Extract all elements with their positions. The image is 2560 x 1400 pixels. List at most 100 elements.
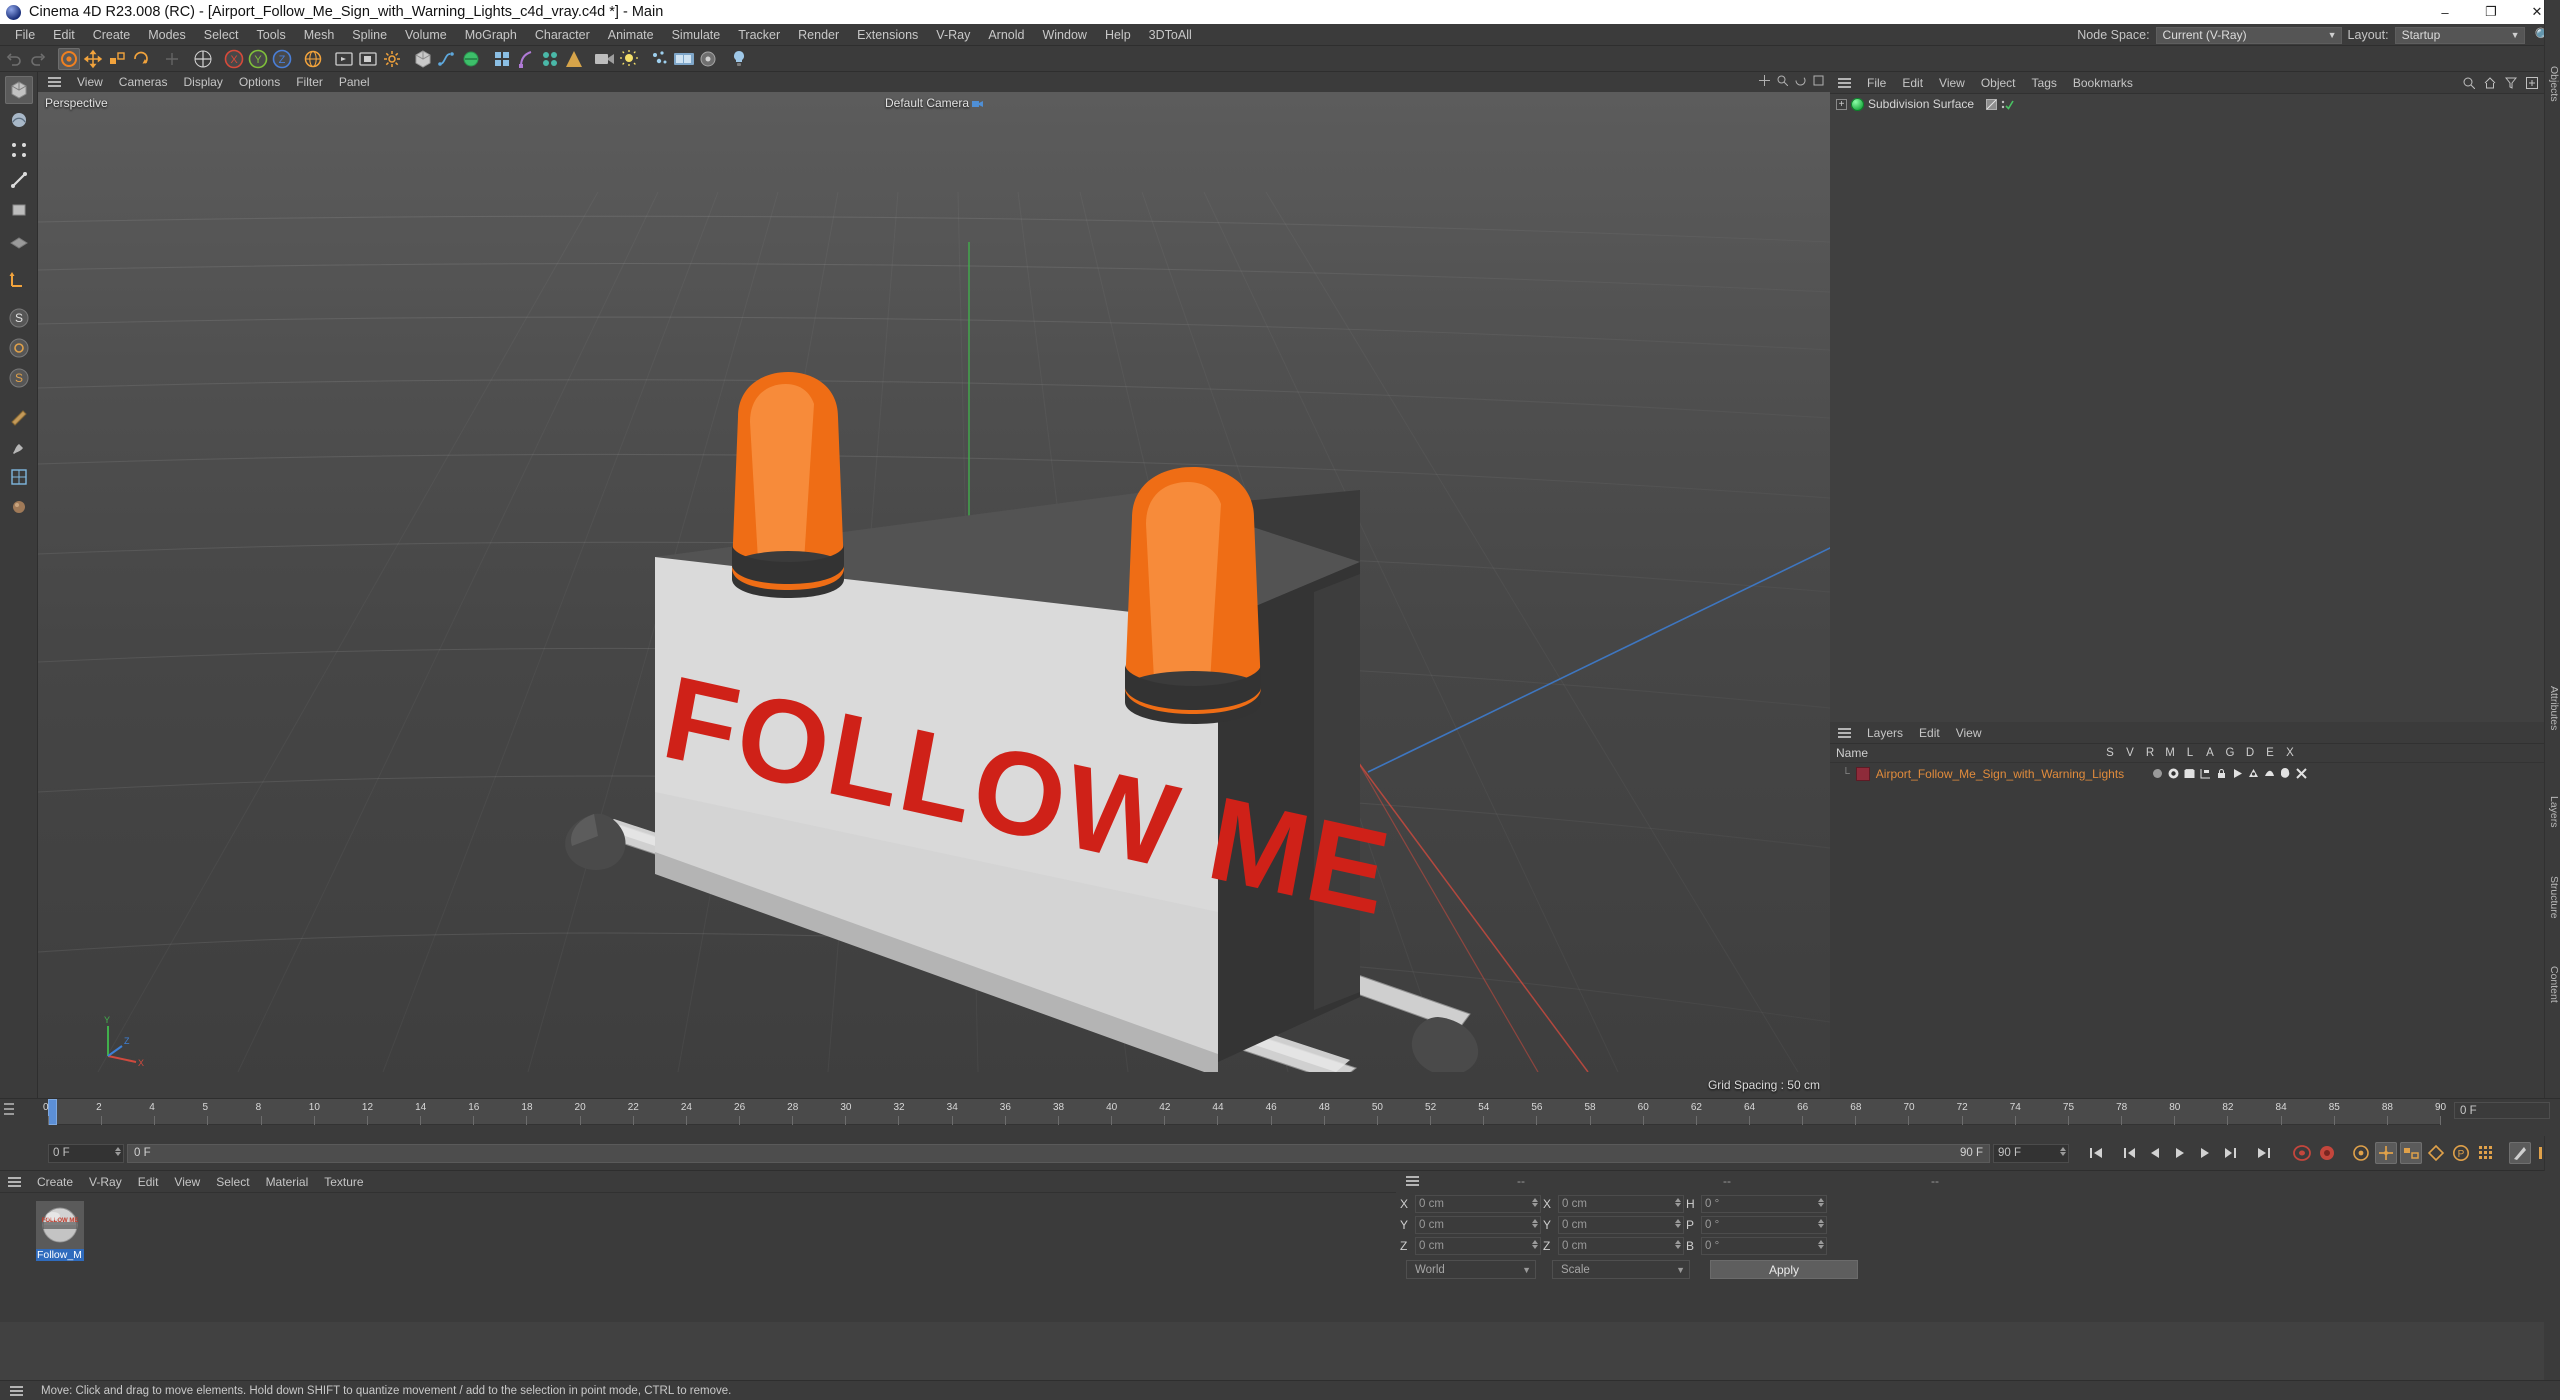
mograph-cloner-icon[interactable] [539,48,561,70]
lock-x-axis-icon[interactable]: X [223,48,245,70]
world-object-axis-icon[interactable] [161,48,183,70]
menu-animate[interactable]: Animate [599,26,663,44]
matmgr-menu-texture[interactable]: Texture [316,1174,371,1190]
menu-edit[interactable]: Edit [44,26,84,44]
position-z-spinner[interactable] [1532,1240,1538,1249]
timeline-ruler-bar[interactable]: 0 2 4 5 8 10 12 14 16 18 20 22 24 26 28 30 32 34 36 38 40 42 4… [0,1098,2560,1136]
lock-y-axis-icon[interactable]: Y [247,48,269,70]
expressions-icon[interactable] [2280,768,2291,779]
brush-tool-icon[interactable] [5,433,33,461]
play-icon[interactable] [2169,1142,2191,1164]
rotation-h-input[interactable]: 0 ° [1701,1195,1827,1213]
layer-column-s[interactable]: S [2100,747,2120,759]
vtab-layers[interactable]: Layers [2545,790,2560,834]
key-parameter-icon[interactable] [2425,1142,2447,1164]
array-deformer-icon[interactable] [491,48,513,70]
animation-icon[interactable] [2232,768,2243,779]
layer-color-swatch[interactable] [1855,766,1870,781]
matmgr-menu-material[interactable]: Material [258,1174,317,1190]
layer-column-v[interactable]: V [2120,747,2140,759]
object-manager-hamburger-icon[interactable] [1838,77,1851,88]
scale-tool-icon[interactable] [106,48,128,70]
axis-mode-icon[interactable] [5,265,33,293]
objmgr-menu-object[interactable]: Object [1973,75,2024,91]
current-frame-field[interactable]: 0 F [48,1143,124,1163]
undo-icon[interactable] [3,48,25,70]
animation-mode-icon[interactable] [2509,1142,2531,1164]
timeline-frame-field[interactable]: 0 F [2454,1102,2550,1119]
position-z-input[interactable]: 0 cm [1415,1237,1541,1255]
frame-spinner[interactable] [115,1146,121,1156]
material-tile[interactable]: FOLLOW ME Follow_M [36,1201,84,1261]
size-x-spinner[interactable] [1675,1198,1681,1207]
object-tree[interactable]: + Subdivision Surface [1830,94,2560,722]
bottom-right-scrollbar[interactable] [2544,1228,2560,1380]
menu-3dtoall[interactable]: 3DToAll [1140,26,1201,44]
lock-icon[interactable] [2216,768,2227,779]
material-preview-sphere[interactable]: FOLLOW ME [36,1201,84,1249]
menu-mograph[interactable]: MoGraph [456,26,526,44]
objmgr-menu-bookmarks[interactable]: Bookmarks [2065,75,2141,91]
vtab-structure[interactable]: Structure [2545,870,2560,925]
menu-volume[interactable]: Volume [396,26,456,44]
node-space-dropdown[interactable]: Current (V-Ray) ▼ [2155,26,2342,44]
layer-column-a[interactable]: A [2200,747,2220,759]
menu-extensions[interactable]: Extensions [848,26,927,44]
objmgr-menu-tags[interactable]: Tags [2024,75,2065,91]
menu-file[interactable]: File [6,26,44,44]
next-key-icon[interactable] [2219,1142,2241,1164]
layermgr-menu-view[interactable]: View [1948,725,1990,741]
key-position-icon[interactable] [2350,1142,2372,1164]
viewport-menu-panel[interactable]: Panel [331,74,378,90]
layer-column-d[interactable]: D [2240,747,2260,759]
home-icon[interactable] [2484,76,2496,89]
nurbs-generator-icon[interactable] [460,48,482,70]
menu-character[interactable]: Character [526,26,599,44]
simulate-particles-icon[interactable] [649,48,671,70]
xref-icon[interactable] [2296,768,2307,779]
snap-settings-s-icon[interactable]: S [5,364,33,392]
menu-help[interactable]: Help [1096,26,1140,44]
rotation-p-spinner[interactable] [1818,1219,1824,1228]
material-list[interactable]: FOLLOW ME Follow_M [0,1193,1396,1322]
size-y-spinner[interactable] [1675,1219,1681,1228]
bend-deformer-icon[interactable] [515,48,537,70]
size-y-input[interactable]: 0 cm [1558,1216,1684,1234]
size-x-input[interactable]: 0 cm [1558,1195,1684,1213]
render-view-icon[interactable] [333,48,355,70]
visible-eye-icon[interactable] [2168,768,2179,779]
timeline-handle[interactable] [4,1103,14,1115]
content-browser-icon[interactable] [673,48,695,70]
model-mode-icon[interactable] [4,76,33,104]
maximize-button[interactable]: ❐ [2468,0,2514,24]
texture-mode-icon[interactable] [5,106,33,134]
lock-z-axis-icon[interactable]: Z [271,48,293,70]
go-to-end-icon[interactable] [2253,1142,2275,1164]
viewport-menu-hamburger-icon[interactable] [48,77,61,87]
layer-column-m[interactable]: M [2160,747,2180,759]
light-icon[interactable] [618,48,640,70]
viewport-menu-display[interactable]: Display [175,74,230,90]
objmgr-menu-file[interactable]: File [1859,75,1894,91]
next-frame-icon[interactable] [2194,1142,2216,1164]
layer-column-l[interactable]: L [2180,747,2200,759]
add-icon[interactable] [2526,76,2538,89]
coordinate-mode-dropdown[interactable]: Scale ▼ [1552,1260,1690,1279]
search-icon[interactable] [2463,77,2475,89]
position-x-spinner[interactable] [1532,1198,1538,1207]
layout-dropdown[interactable]: Startup ▼ [2394,26,2525,44]
viewport-menu-options[interactable]: Options [231,74,288,90]
edges-mode-icon[interactable] [5,166,33,194]
vtab-objects[interactable]: Objects [2545,60,2560,108]
point-level-animation-icon[interactable] [2475,1142,2497,1164]
menu-select[interactable]: Select [195,26,248,44]
snap-s-icon[interactable]: S [5,304,33,332]
matmgr-menu-create[interactable]: Create [29,1174,81,1190]
sculpt-tool-icon[interactable] [5,493,33,521]
cube-primitive-icon[interactable] [412,48,434,70]
key-scale-icon[interactable] [2400,1142,2422,1164]
layer-row[interactable]: └ Airport_Follow_Me_Sign_with_Warning_Li… [1830,763,2560,784]
size-z-spinner[interactable] [1675,1240,1681,1249]
help-bulb-icon[interactable] [728,48,750,70]
camera-icon[interactable] [594,48,616,70]
